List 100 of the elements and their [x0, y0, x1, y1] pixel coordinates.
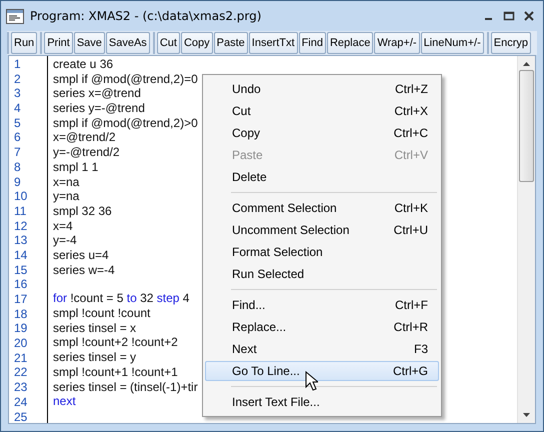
toolbar-button[interactable]: Cut — [156, 32, 180, 54]
code-line: smpl 1 1 — [53, 160, 98, 174]
window-title: Program: XMAS2 - (c:\data\xmas2.prg) — [30, 9, 262, 23]
line-number: 4 — [13, 101, 22, 116]
menu-item[interactable]: Find... Ctrl+F — [205, 295, 439, 315]
toolbar-button[interactable]: Encryp — [490, 32, 531, 54]
line-number: 15 — [13, 262, 28, 278]
line-number: 5 — [13, 116, 22, 130]
vertical-scrollbar[interactable] — [517, 56, 535, 423]
close-icon[interactable] — [522, 10, 536, 22]
menu-item-label: Insert Text File... — [232, 395, 320, 409]
toolbar-button[interactable]: Copy — [180, 32, 213, 54]
menu-item[interactable]: Go To Line... Ctrl+G — [205, 361, 439, 381]
maximize-icon[interactable] — [502, 10, 516, 22]
toolbar-button[interactable]: Wrap+/- — [374, 32, 420, 54]
menu-item[interactable]: Undo Ctrl+Z — [205, 79, 439, 99]
line-number: 25 — [13, 410, 28, 423]
menu-item-label: Cut — [232, 104, 251, 118]
menu-item-label: Copy — [232, 126, 260, 140]
toolbar-button[interactable]: Paste — [214, 32, 248, 54]
toolbar-button[interactable]: Save — [74, 32, 105, 54]
toolbar-button[interactable]: InsertTxt — [248, 32, 298, 54]
menu-item-label: Format Selection — [232, 245, 323, 259]
menu-item-label: Next — [232, 342, 257, 356]
code-line: series tinsel = y — [53, 350, 136, 365]
code-line: y=-4 — [53, 233, 77, 248]
line-number: 17 — [13, 292, 28, 307]
code-line: smpl 32 36 — [53, 204, 112, 219]
code-line: series u=4 — [53, 248, 109, 263]
line-number: 21 — [13, 350, 28, 366]
code-line: series y=-@trend — [53, 101, 145, 116]
line-number: 1 — [13, 57, 22, 72]
menu-item[interactable]: Uncomment Selection Ctrl+U — [205, 220, 439, 240]
line-number: 8 — [13, 160, 22, 174]
menu-item-label: Run Selected — [232, 267, 304, 281]
line-number: 3 — [13, 86, 22, 102]
line-number: 14 — [13, 248, 28, 263]
scroll-down-icon[interactable] — [523, 413, 530, 417]
code-line: for !count = 5 to 32 step 4 — [53, 291, 190, 306]
shortcut-label: Ctrl+U — [394, 223, 428, 237]
menu-item[interactable]: Copy Ctrl+C — [205, 123, 439, 143]
line-number: 11 — [13, 204, 28, 219]
shortcut-label: Ctrl+C — [394, 126, 428, 140]
menu-item[interactable]: Replace... Ctrl+R — [205, 317, 439, 337]
line-number: 22 — [13, 365, 28, 380]
menu-item[interactable]: Cut Ctrl+X — [205, 101, 439, 121]
toolbar-button[interactable]: Run — [11, 32, 38, 54]
menu-item-label: Uncomment Selection — [232, 223, 350, 237]
menu-item-label: Delete — [232, 170, 267, 184]
toolbar-button[interactable]: Find — [298, 32, 326, 54]
mouse-pointer-icon — [305, 371, 318, 391]
line-number: 23 — [13, 380, 28, 395]
code-line: series x=@trend — [53, 86, 141, 102]
code-line: smpl !count+1 !count+1 — [53, 364, 178, 380]
shortcut-label: Ctrl+R — [394, 320, 428, 334]
menu-item-label: Go To Line... — [232, 364, 300, 378]
menu-item-label: Comment Selection — [232, 201, 337, 215]
code-line: create u 36 — [53, 57, 114, 72]
menu-item-label: Find... — [232, 298, 266, 312]
menu-item-label: Replace... — [232, 320, 286, 334]
menu-item[interactable]: Insert Text File... — [205, 392, 439, 412]
line-number: 16 — [13, 277, 28, 292]
shortcut-label: F3 — [414, 342, 428, 356]
scroll-up-icon[interactable] — [523, 62, 530, 66]
shortcut-label: Ctrl+V — [394, 148, 428, 162]
code-line: smpl !count+2 !count+2 — [53, 335, 178, 350]
menu-item[interactable]: Run Selected — [205, 264, 439, 284]
line-number: 19 — [13, 321, 28, 336]
code-line: smpl if @mod(@trend,2)=0 — [53, 72, 198, 86]
program-icon — [6, 8, 24, 24]
menu-item[interactable]: Comment Selection Ctrl+K — [205, 198, 439, 218]
line-number: 18 — [13, 306, 28, 322]
code-line: x=@trend/2 — [53, 130, 116, 146]
shortcut-label: Ctrl+K — [394, 201, 428, 215]
toolbar-button[interactable]: Print — [44, 32, 73, 54]
toolbar-button[interactable]: SaveAs — [106, 32, 150, 54]
toolbar-button[interactable]: Replace — [326, 32, 374, 54]
scrollbar-thumb[interactable] — [519, 70, 534, 182]
menu-item[interactable]: Delete — [205, 167, 439, 187]
shortcut-label: Ctrl+F — [395, 298, 428, 312]
line-number: 2 — [13, 72, 22, 86]
code-line: next — [53, 394, 76, 409]
line-number: 10 — [13, 189, 28, 204]
toolbar-button[interactable]: LineNum+/- — [420, 32, 484, 54]
code-line: series tinsel = (tinsel(-1)+tir — [53, 380, 198, 394]
line-number: 13 — [13, 233, 28, 248]
code-line: x=na — [53, 174, 80, 190]
menu-item[interactable]: Format Selection — [205, 242, 439, 262]
code-line: smpl !count !count — [53, 306, 150, 321]
line-number: 20 — [13, 336, 28, 351]
menu-item[interactable]: Next F3 — [205, 339, 439, 359]
code-line: smpl if @mod(@trend,2)>0 — [53, 116, 198, 130]
menu-item-label: Undo — [232, 82, 261, 96]
code-line: series tinsel = x — [53, 320, 136, 336]
code-line: x=4 — [53, 218, 73, 234]
menu-item-label: Paste — [232, 148, 263, 162]
line-number: 9 — [13, 174, 22, 190]
code-line: y=-@trend/2 — [53, 145, 120, 160]
line-number: 24 — [13, 394, 28, 410]
line-number: 12 — [13, 218, 28, 234]
